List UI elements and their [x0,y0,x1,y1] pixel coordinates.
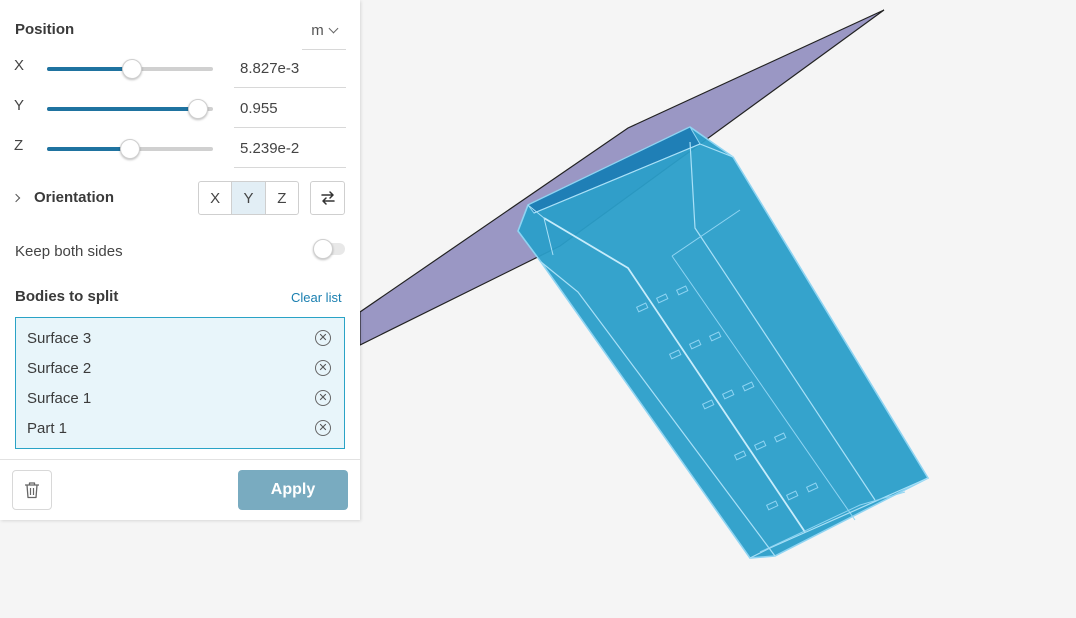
list-item[interactable]: Surface 2 ✕ [16,354,344,384]
slider-fill [47,67,132,71]
axis-label: Y [14,97,25,114]
position-slider-y[interactable] [47,99,213,119]
keep-both-sides-toggle[interactable] [313,239,345,259]
slider-fill [47,107,199,111]
body-name: Surface 2 [27,360,92,377]
trash-icon [25,482,39,499]
body-name: Part 1 [27,420,68,437]
bodies-list[interactable]: Surface 3 ✕ Surface 2 ✕ Surface 1 ✕ Part… [15,317,345,449]
clear-list-link[interactable]: Clear list [291,290,342,305]
orientation-option-z[interactable]: Z [266,182,298,214]
position-input-z[interactable]: 5.239e-2 [234,130,346,168]
bodies-title: Bodies to split [15,288,119,305]
position-slider-z[interactable] [47,139,213,159]
slider-thumb[interactable] [120,139,140,159]
unit-value: m [311,22,324,39]
close-circle-icon[interactable]: ✕ [315,360,331,376]
body-name: Surface 1 [27,390,92,407]
list-item[interactable]: Part 1 ✕ [16,414,344,444]
orientation-title[interactable]: Orientation [34,189,114,206]
axis-label: X [14,57,25,74]
position-input-y[interactable]: 0.955 [234,90,346,128]
close-circle-icon[interactable]: ✕ [315,390,331,406]
split-panel: Position m X 8.827e-3 Y 0.955 Z 5.239e-2… [0,0,360,520]
list-item[interactable]: Surface 3 ✕ [16,324,344,354]
slider-fill [47,147,130,151]
unit-dropdown[interactable]: m [302,12,346,50]
geometry-body [517,126,930,559]
divider [0,459,360,460]
flip-orientation-button[interactable] [310,181,345,215]
position-title: Position [15,21,75,38]
orientation-option-x[interactable]: X [199,182,233,214]
axis-row-y: Y 0.955 [0,90,360,130]
axis-row-z: Z 5.239e-2 [0,130,360,170]
axis-label: Z [14,137,24,154]
position-slider-x[interactable] [47,59,213,79]
close-circle-icon[interactable]: ✕ [315,420,331,436]
delete-button[interactable] [12,470,52,510]
orientation-selector[interactable]: X Y Z [198,181,299,215]
toggle-knob[interactable] [313,239,333,259]
slider-thumb[interactable] [188,99,209,119]
chevron-down-icon [328,23,339,34]
position-input-x[interactable]: 8.827e-3 [234,50,346,88]
keep-both-sides-label: Keep both sides [15,243,123,260]
body-name: Surface 3 [27,330,92,347]
list-item[interactable]: Surface 1 ✕ [16,384,344,414]
swap-arrows-icon [320,191,335,205]
axis-row-x: X 8.827e-3 [0,50,360,90]
close-circle-icon[interactable]: ✕ [315,330,331,346]
orientation-option-y[interactable]: Y [232,182,266,214]
keep-both-sides-row: Keep both sides [0,239,360,264]
orientation-row: Orientation X Y Z [0,181,360,217]
slider-thumb[interactable] [121,59,142,79]
apply-button[interactable]: Apply [238,470,348,510]
chevron-right-icon[interactable] [11,193,21,203]
